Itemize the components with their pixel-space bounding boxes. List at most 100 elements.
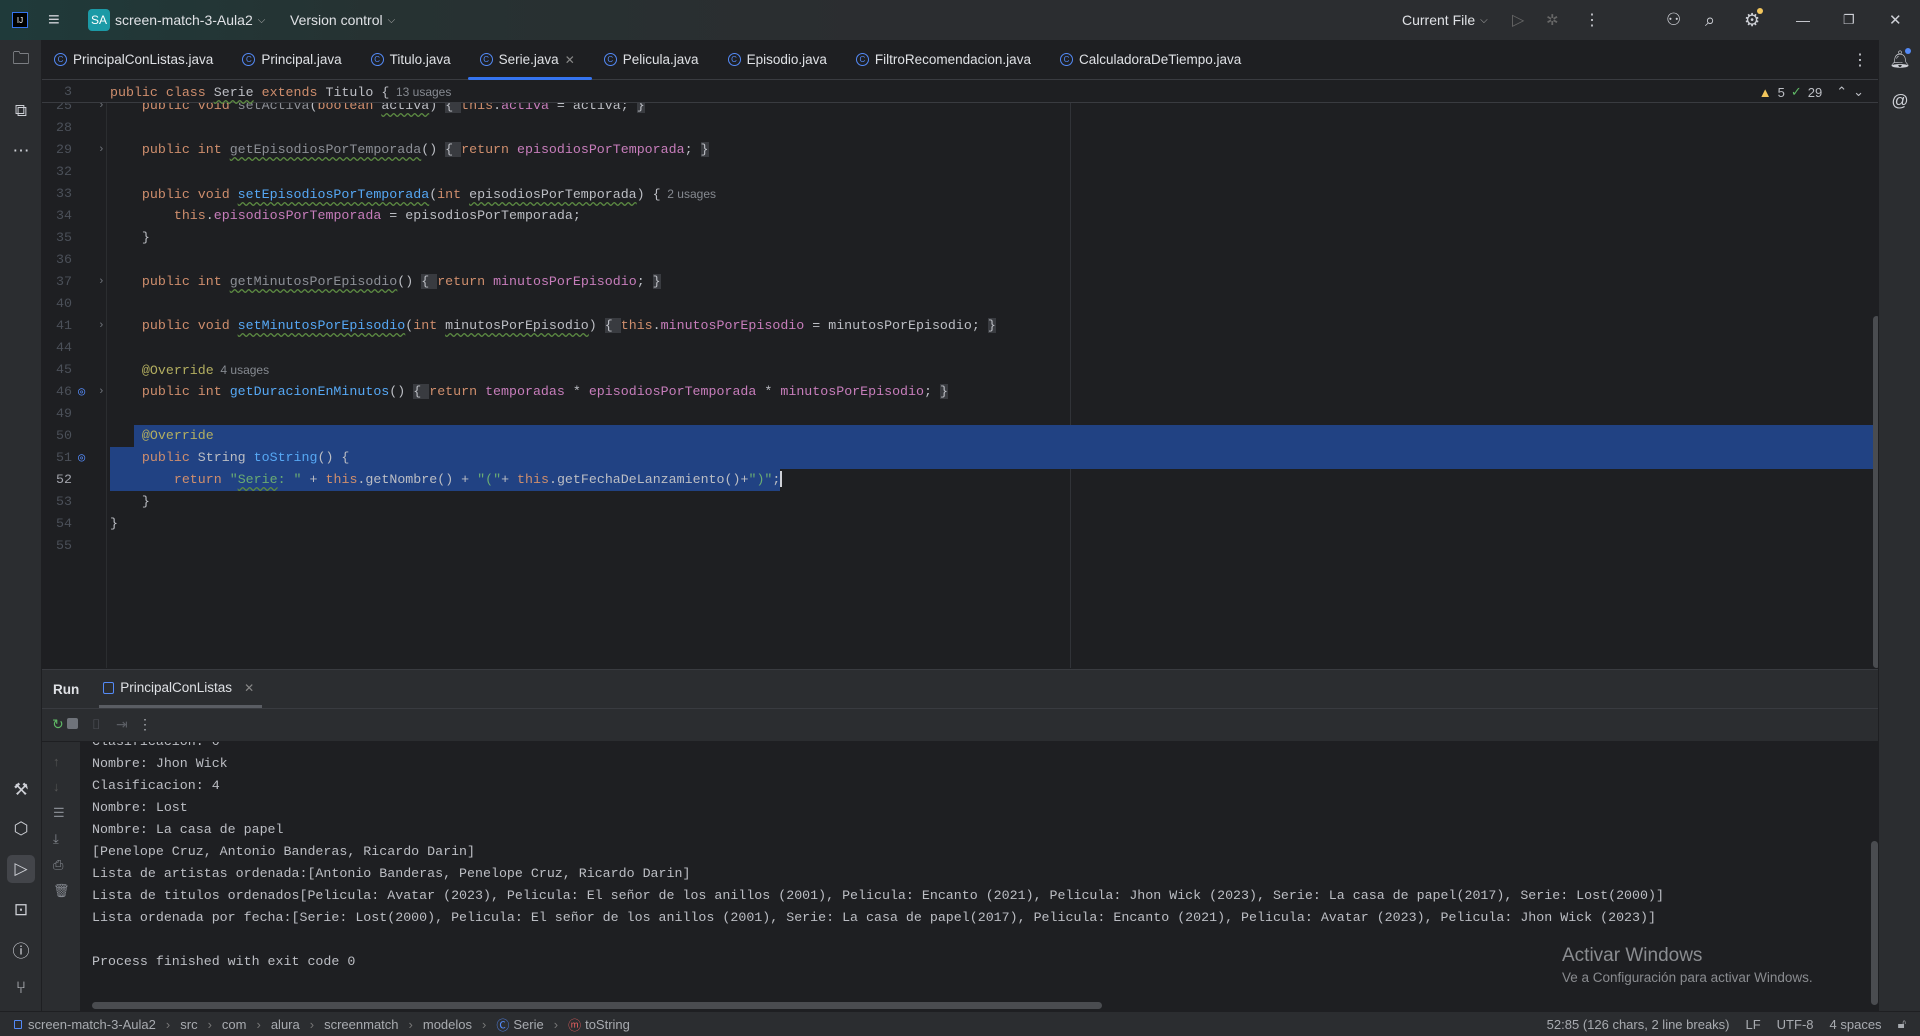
project-folder-icon[interactable]: 🗀 (7, 46, 35, 74)
build-hammer-icon[interactable]: ⚒ (7, 776, 35, 804)
run-icon[interactable]: ▷ (1512, 10, 1524, 30)
problems-icon[interactable]: ⓘ (7, 935, 35, 963)
code-line[interactable]: 46 ◎ › public int getDuracionEnMinutos() {… (42, 381, 1878, 403)
override-marker-icon[interactable]: ◎ (78, 381, 85, 403)
tab-serie[interactable]: C Serie.java ✕ (467, 40, 592, 80)
terminal-icon[interactable]: ⊡ (7, 896, 35, 924)
breadcrumb-item[interactable]: screenmatch (324, 1017, 398, 1032)
search-icon[interactable]: ⌕ (1705, 10, 1715, 31)
code-line[interactable]: 33 public void setEpisodiosPorTemporada(… (42, 183, 1878, 205)
chevron-down-icon[interactable]: ⌄ (1853, 84, 1864, 100)
minimize-icon[interactable]: — (1796, 12, 1810, 28)
folded-region[interactable]: { (421, 274, 438, 289)
rerun-icon[interactable]: ↻ (52, 716, 64, 733)
more-tools-icon[interactable]: ⋯ (7, 137, 35, 165)
code-line[interactable]: 44 (42, 337, 1878, 359)
code-line[interactable]: 41 › public void setMinutosPorEpisodio(in… (42, 315, 1878, 337)
stop-icon[interactable] (67, 718, 78, 729)
code-line[interactable]: 45 @Override 4 usages (42, 359, 1878, 381)
code-line[interactable]: 29 › public int getEpisodiosPorTemporada(… (42, 139, 1878, 161)
fold-chevron-icon[interactable]: › (98, 381, 105, 403)
override-marker-icon[interactable]: ◎ (78, 447, 85, 469)
code-line[interactable]: 50 @Override (42, 425, 1878, 447)
project-selector[interactable]: SA screen-match-3-Aula2 ⌵ (88, 9, 265, 31)
usages-hint[interactable]: 13 usages (389, 85, 451, 99)
fold-chevron-icon[interactable]: › (98, 139, 105, 161)
breadcrumb-item[interactable]: screen-match-3-Aula2 (28, 1017, 156, 1032)
debug-icon[interactable]: ✲ (1546, 11, 1559, 29)
folded-region[interactable]: { (604, 318, 621, 333)
tab-episodio[interactable]: C Episodio.java (716, 40, 844, 80)
sticky-class-header[interactable]: 3 public class Serie extends Titulo { 13 … (42, 81, 1878, 103)
trash-icon[interactable]: 🗑︎ (53, 883, 70, 899)
code-line[interactable]: 49 (42, 403, 1878, 425)
close-icon[interactable]: ✕ (1889, 11, 1902, 29)
folded-region[interactable]: } (652, 274, 661, 289)
tabs-more-icon[interactable]: ⋮ (1852, 50, 1868, 70)
folded-region[interactable]: { (445, 142, 462, 157)
export-icon[interactable]: ⇥ (116, 716, 128, 733)
ai-assistant-icon[interactable]: @ (1886, 87, 1914, 115)
scroll-up-icon[interactable]: ↑ (53, 754, 60, 769)
folded-region[interactable]: { (413, 384, 430, 399)
breadcrumb-item[interactable]: alura (271, 1017, 300, 1032)
scroll-to-end-icon[interactable]: ⤓ (53, 831, 59, 847)
breadcrumb-item[interactable]: toString (585, 1017, 630, 1032)
breadcrumb-item[interactable]: src (180, 1017, 197, 1032)
structure-icon[interactable]: ⧉ (7, 97, 35, 125)
screenshot-icon[interactable]: ⌷ (92, 716, 100, 733)
code-line[interactable]: 34 this.episodiosPorTemporada = episodio… (42, 205, 1878, 227)
app-logo-icon[interactable]: IJ (12, 12, 28, 28)
tab-principalconlistas[interactable]: C PrincipalConListas.java (42, 40, 230, 80)
tab-filtrorecomendacion[interactable]: C FiltroRecomendacion.java (844, 40, 1048, 80)
vcs-selector[interactable]: Version control ⌵ (290, 12, 395, 28)
add-user-icon[interactable]: ⚇ (1666, 10, 1681, 30)
code-line[interactable]: 37 › public int getMinutosPorEpisodio() {… (42, 271, 1878, 293)
run-tab-principalconlistas[interactable]: PrincipalConListas ✕ (99, 670, 263, 708)
more-icon[interactable]: ⋮ (138, 716, 152, 733)
fold-chevron-icon[interactable]: › (98, 315, 105, 337)
code-line[interactable]: 55 (42, 535, 1878, 557)
console-horizontal-scrollbar[interactable] (92, 1002, 1102, 1009)
notifications-bell-icon[interactable]: 🔔︎ (1886, 46, 1914, 74)
scroll-down-icon[interactable]: ↓ (53, 779, 60, 794)
print-icon[interactable]: ⎙ (53, 857, 63, 873)
chevron-up-icon[interactable]: ⌃ (1836, 84, 1847, 100)
lock-icon[interactable]: 🔓︎ (1898, 1016, 1906, 1032)
close-tab-icon[interactable]: ✕ (565, 53, 575, 67)
breadcrumb-item[interactable]: Serie (513, 1017, 543, 1032)
more-icon[interactable]: ⋮ (1584, 10, 1600, 30)
caret-position[interactable]: 52:85 (126 chars, 2 line breaks) (1547, 1017, 1730, 1032)
services-icon[interactable]: ⬡ (7, 815, 35, 843)
code-line[interactable]: 35 } (42, 227, 1878, 249)
file-encoding[interactable]: UTF-8 (1777, 1017, 1814, 1032)
git-icon[interactable]: ⑂ (7, 974, 35, 1002)
indent-setting[interactable]: 4 spaces (1830, 1017, 1882, 1032)
code-line[interactable]: 40 (42, 293, 1878, 315)
inspections-widget[interactable]: ▲ 5 ✓ 29 ⌃ ⌄ (1759, 81, 1864, 103)
tab-pelicula[interactable]: C Pelicula.java (592, 40, 716, 80)
code-line[interactable]: 28 (42, 117, 1878, 139)
soft-wrap-icon[interactable]: ☰ (53, 805, 65, 821)
code-line[interactable]: 36 (42, 249, 1878, 271)
code-line[interactable]: 53 } (42, 491, 1878, 513)
fold-chevron-icon[interactable]: › (98, 271, 105, 293)
breadcrumb-item[interactable]: modelos (423, 1017, 472, 1032)
code-line[interactable]: 52 return "Serie: " + this.getNombre() +… (42, 469, 1878, 491)
tab-calculadoradetiempo[interactable]: C CalculadoraDeTiempo.java (1048, 40, 1258, 80)
console-vertical-scrollbar[interactable] (1871, 841, 1878, 1005)
restore-icon[interactable]: ❐ (1843, 12, 1855, 28)
folded-region[interactable]: } (939, 384, 948, 399)
tab-principal[interactable]: C Principal.java (230, 40, 358, 80)
close-icon[interactable]: ✕ (244, 681, 254, 695)
run-config-selector[interactable]: Current File ⌵ (1402, 12, 1488, 28)
usages-hint[interactable]: 4 usages (214, 363, 269, 377)
breadcrumb-item[interactable]: com (222, 1017, 247, 1032)
folded-region[interactable]: } (700, 142, 709, 157)
main-menu-icon[interactable]: ≡ (48, 9, 60, 32)
code-editor[interactable]: 25 › public void setActiva(boolean activa… (42, 81, 1878, 668)
folded-region[interactable]: } (987, 318, 996, 333)
tab-titulo[interactable]: C Titulo.java (359, 40, 468, 80)
usages-hint[interactable]: 2 usages (661, 187, 716, 201)
code-line[interactable]: 51 ◎ public String toString() { (42, 447, 1878, 469)
